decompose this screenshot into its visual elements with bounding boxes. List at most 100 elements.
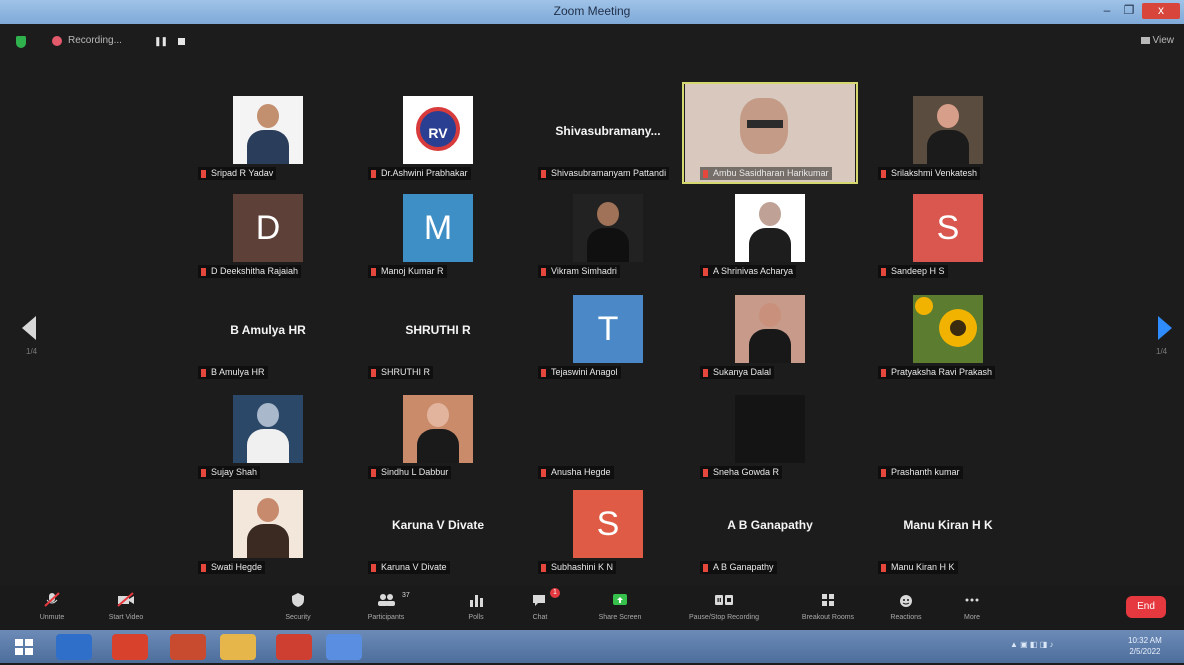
participant-name-label: Karuna V Divate	[368, 561, 450, 574]
muted-mic-icon	[881, 468, 886, 477]
participant-photo	[403, 395, 473, 463]
muted-mic-icon	[371, 169, 376, 178]
participant-caption: Subhashini K N	[551, 562, 614, 572]
participant-display-name: Manu Kiran H K	[903, 518, 993, 532]
participant-tile[interactable]: Sripad R Yadav	[182, 84, 354, 182]
taskbar-clock[interactable]: 10:32 AM 2/5/2022	[1128, 635, 1162, 657]
security-shield-icon	[292, 593, 304, 607]
participant-tile[interactable]: Manu Kiran H K Manu Kiran H K	[862, 478, 1034, 576]
participant-tile[interactable]: T Tejaswini Anagol	[522, 283, 694, 381]
participant-tile[interactable]: S Sandeep H S	[862, 182, 1034, 280]
participants-button[interactable]: Participants 37	[344, 586, 428, 621]
maximize-button[interactable]: ❐	[1120, 3, 1138, 19]
chrome-icon[interactable]	[112, 634, 148, 660]
system-tray-icons[interactable]: ▲ ▣ ◧ ◨ ♪	[1010, 640, 1053, 649]
security-label: Security	[285, 614, 311, 621]
pause-stop-icon	[715, 595, 733, 605]
participant-tile[interactable]: A B Ganapathy A B Ganapathy	[684, 478, 856, 576]
participant-photo	[913, 96, 983, 164]
avatar-letter: S	[573, 490, 643, 558]
participant-tile[interactable]: Karuna V Divate Karuna V Divate	[352, 478, 524, 576]
end-meeting-button[interactable]: End	[1126, 596, 1166, 618]
zoom-icon[interactable]	[326, 634, 362, 660]
muted-mic-icon	[371, 267, 376, 276]
participant-tile[interactable]: S Subhashini K N	[522, 478, 694, 576]
security-button[interactable]: Security	[256, 586, 340, 621]
participant-tile[interactable]: D D Deekshitha Rajaiah	[182, 182, 354, 280]
left-page-indicator: 1/4	[26, 347, 38, 356]
participant-caption: Sukanya Dalal	[713, 367, 772, 377]
file-explorer-icon[interactable]	[220, 634, 256, 660]
participant-photo	[233, 395, 303, 463]
share-screen-label: Share Screen	[598, 614, 642, 621]
sunflower-photo	[913, 295, 983, 363]
chrome-profile-icon[interactable]	[276, 634, 312, 660]
breakout-rooms-icon	[822, 594, 834, 606]
start-video-label: Start Video	[108, 614, 144, 621]
muted-mic-icon	[44, 592, 60, 607]
participant-tile[interactable]: SHRUTHI R SHRUTHI R	[352, 283, 524, 381]
participant-caption: Shivasubramanyam Pattandi	[551, 168, 667, 178]
participant-tile[interactable]: Shivasubramany... Shivasubramanyam Pattan…	[522, 84, 694, 182]
participant-caption: Prashanth kumar	[891, 467, 960, 477]
breakout-rooms-button[interactable]: Breakout Rooms	[786, 586, 870, 621]
participant-name-label: A Shrinivas Acharya	[700, 265, 797, 278]
institution-logo: RV	[403, 96, 473, 164]
participant-tile[interactable]: Pratyaksha Ravi Prakash	[862, 283, 1034, 381]
pause-recording-icon[interactable]: ❚❚	[154, 36, 168, 47]
view-label: View	[1152, 35, 1175, 46]
participant-tile[interactable]: Anusha Hegde	[522, 383, 694, 481]
participant-display-name: A B Ganapathy	[727, 518, 813, 532]
close-button[interactable]: x	[1142, 3, 1180, 19]
powerpoint-icon[interactable]	[170, 634, 206, 660]
participant-tile[interactable]: Srilakshmi Venkatesh	[862, 84, 1034, 182]
participant-photo	[233, 96, 303, 164]
participant-tile[interactable]: Sukanya Dalal	[684, 283, 856, 381]
share-screen-button[interactable]: Share Screen	[578, 586, 662, 621]
avatar-letter: D	[233, 194, 303, 262]
start-video-button[interactable]: Start Video	[84, 586, 168, 621]
minimize-button[interactable]: –	[1098, 3, 1116, 19]
participant-tile[interactable]: A Shrinivas Acharya	[684, 182, 856, 280]
muted-mic-icon	[201, 267, 206, 276]
encryption-shield-icon[interactable]	[16, 36, 26, 48]
windows-start-icon[interactable]	[6, 634, 42, 660]
recording-label: Recording...	[68, 35, 122, 46]
pause-stop-recording-button[interactable]: Pause/Stop Recording	[682, 586, 766, 621]
participant-caption: Tejaswini Anagol	[551, 367, 618, 377]
meeting-topbar: Recording... ❚❚ View	[0, 24, 1184, 64]
participant-caption: Manoj Kumar R	[381, 266, 444, 276]
participant-tile[interactable]: Vikram Simhadri	[522, 182, 694, 280]
participant-tile[interactable]: Sujay Shah	[182, 383, 354, 481]
previous-page-arrow-icon[interactable]	[22, 316, 36, 340]
chat-unread-badge: 1	[550, 588, 560, 598]
participant-name-label: Shivasubramanyam Pattandi	[538, 167, 670, 180]
unmute-button[interactable]: Unmute	[10, 586, 94, 621]
participant-tile[interactable]: Ambu Sasidharan Harikumar	[682, 82, 858, 184]
window-title: Zoom Meeting	[553, 4, 631, 18]
participant-tile[interactable]: Swati Hegde	[182, 478, 354, 576]
participant-caption: SHRUTHI R	[381, 367, 430, 377]
participant-name-label: Srilakshmi Venkatesh	[878, 167, 981, 180]
chat-button[interactable]: Chat 1	[498, 586, 582, 621]
reactions-icon	[900, 595, 912, 607]
windows-taskbar: ▲ ▣ ◧ ◨ ♪ 10:32 AM 2/5/2022	[0, 630, 1184, 663]
outlook-icon[interactable]	[56, 634, 92, 660]
view-button[interactable]: View	[1140, 35, 1175, 46]
recording-dot-icon	[52, 36, 62, 46]
muted-mic-icon	[371, 563, 376, 572]
muted-mic-icon	[703, 468, 708, 477]
stop-recording-icon[interactable]	[178, 38, 185, 45]
participant-tile[interactable]: RV Dr.Ashwini Prabhakar	[352, 84, 524, 182]
participant-caption: Sindhu L Dabbur	[381, 467, 449, 477]
participant-photo	[233, 490, 303, 558]
participant-tile[interactable]: Sneha Gowda R	[684, 383, 856, 481]
participant-tile[interactable]: Sindhu L Dabbur	[352, 383, 524, 481]
participant-photo	[735, 295, 805, 363]
participant-tile[interactable]: M Manoj Kumar R	[352, 182, 524, 280]
participant-name-label: Swati Hegde	[198, 561, 266, 574]
participant-tile[interactable]: B Amulya HR B Amulya HR	[182, 283, 354, 381]
more-button[interactable]: More	[930, 586, 1014, 621]
next-page-arrow-icon[interactable]	[1158, 316, 1172, 340]
participant-tile[interactable]: Prashanth kumar	[862, 383, 1034, 481]
